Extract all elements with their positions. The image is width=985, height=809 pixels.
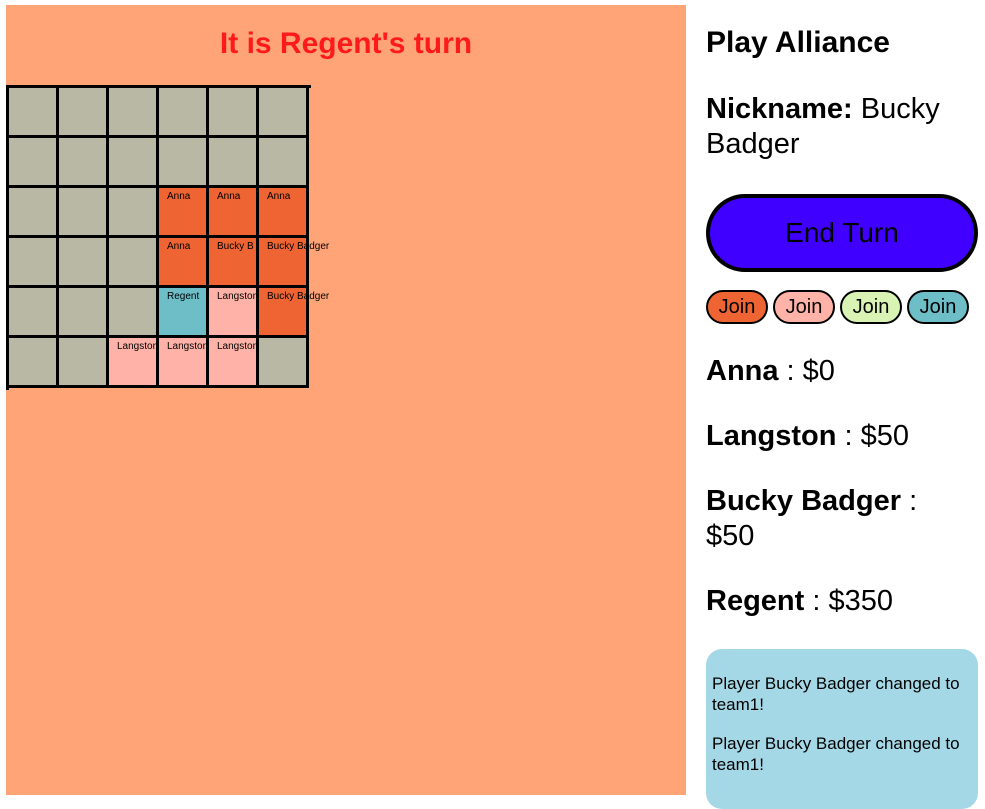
score-amount: $50 — [706, 520, 755, 552]
cell-owner-label: Bucky Badger — [267, 291, 330, 302]
score-bucky-badger: Bucky Badger : $50 — [706, 485, 918, 552]
nickname-label: Nickname: — [706, 93, 853, 125]
score-regent: Regent : $350 — [706, 585, 893, 617]
board-cell[interactable] — [109, 138, 159, 188]
score-player-name: Langston — [706, 420, 837, 452]
game-board: Anna Anna Anna Anna Bucky B Bucky Badger Regen… — [6, 85, 329, 390]
board-cell[interactable] — [9, 238, 59, 288]
board-cell[interactable]: Anna — [159, 188, 209, 238]
cell-owner-label: Bucky B — [217, 241, 254, 252]
board-cell[interactable] — [9, 288, 59, 338]
board-cell[interactable] — [109, 88, 159, 138]
board-cell[interactable]: Bucky Badger — [259, 238, 329, 288]
end-turn-button[interactable]: End Turn — [706, 194, 978, 272]
board-cell[interactable]: Anna — [209, 188, 259, 238]
board-cell[interactable] — [59, 88, 109, 138]
board-cell[interactable] — [109, 288, 159, 338]
board-cell[interactable]: Langston — [159, 338, 209, 388]
join-team1-button[interactable]: Join — [706, 290, 768, 324]
cell-owner-label: Langston — [217, 291, 259, 302]
board-cell[interactable] — [59, 238, 109, 288]
board-cell[interactable] — [159, 88, 209, 138]
board-cell[interactable]: Bucky Badger — [259, 288, 329, 338]
turn-banner: It is Regent's turn — [219, 27, 473, 60]
board-cell[interactable] — [59, 138, 109, 188]
board-cell[interactable] — [259, 338, 309, 388]
board-cell[interactable] — [59, 288, 109, 338]
cell-owner-label: Anna — [167, 191, 191, 202]
board-cell[interactable]: Langston — [109, 338, 159, 388]
score-player-name: Bucky Badger — [706, 485, 902, 517]
score-amount: $0 — [802, 355, 835, 387]
board-cell[interactable] — [209, 138, 259, 188]
cell-owner-label: Anna — [267, 191, 291, 202]
board-cell[interactable]: Regent — [159, 288, 209, 338]
board-cell[interactable] — [159, 138, 209, 188]
board-cell[interactable] — [109, 238, 159, 288]
board-cell[interactable] — [109, 188, 159, 238]
board-cell[interactable] — [9, 138, 59, 188]
board-cell[interactable] — [209, 88, 259, 138]
board-cell[interactable] — [259, 138, 309, 188]
join-buttons: Join Join Join Join — [706, 290, 969, 324]
join-team4-button[interactable]: Join — [907, 290, 969, 324]
board-cell[interactable] — [9, 88, 59, 138]
cell-owner-label: Langston — [217, 341, 259, 352]
score-amount: $50 — [860, 420, 910, 452]
cell-owner-label: Langston — [117, 341, 159, 352]
board-cell[interactable] — [259, 88, 309, 138]
board-cell[interactable] — [59, 338, 109, 388]
board-cell[interactable]: Langston — [209, 338, 259, 388]
board-cell[interactable] — [9, 188, 59, 238]
score-anna: Anna : $0 — [706, 355, 835, 387]
join-team3-button[interactable]: Join — [840, 290, 902, 324]
score-langston: Langston : $50 — [706, 420, 910, 452]
board-cell[interactable]: Anna — [259, 188, 309, 238]
score-player-name: Anna — [706, 355, 779, 387]
cell-owner-label: Regent — [167, 291, 200, 302]
board-cell[interactable]: Bucky B — [209, 238, 259, 288]
board-cell[interactable] — [9, 338, 59, 388]
log-message: Player Bucky Badger changed to team1! — [712, 674, 960, 714]
score-player-name: Regent — [706, 585, 805, 617]
game-area: It is Regent's turn Anna Anna Anna Anna Buck… — [6, 5, 686, 795]
board-cell[interactable] — [59, 188, 109, 238]
cell-owner-label: Anna — [167, 241, 191, 252]
nickname-display: Nickname: Bucky Badger — [706, 92, 966, 162]
cell-owner-label: Anna — [217, 191, 241, 202]
board-cell[interactable]: Langston — [209, 288, 259, 338]
cell-owner-label: Bucky Badger — [267, 241, 330, 252]
app-title: Play Alliance — [706, 26, 890, 59]
board-cell[interactable]: Anna — [159, 238, 209, 288]
score-amount: $350 — [828, 585, 893, 617]
log-message: Player Bucky Badger changed to team1! — [712, 734, 960, 774]
join-team2-button[interactable]: Join — [773, 290, 835, 324]
event-log: Player Bucky Badger changed to team1! Pl… — [706, 649, 978, 809]
cell-owner-label: Langston — [167, 341, 209, 352]
